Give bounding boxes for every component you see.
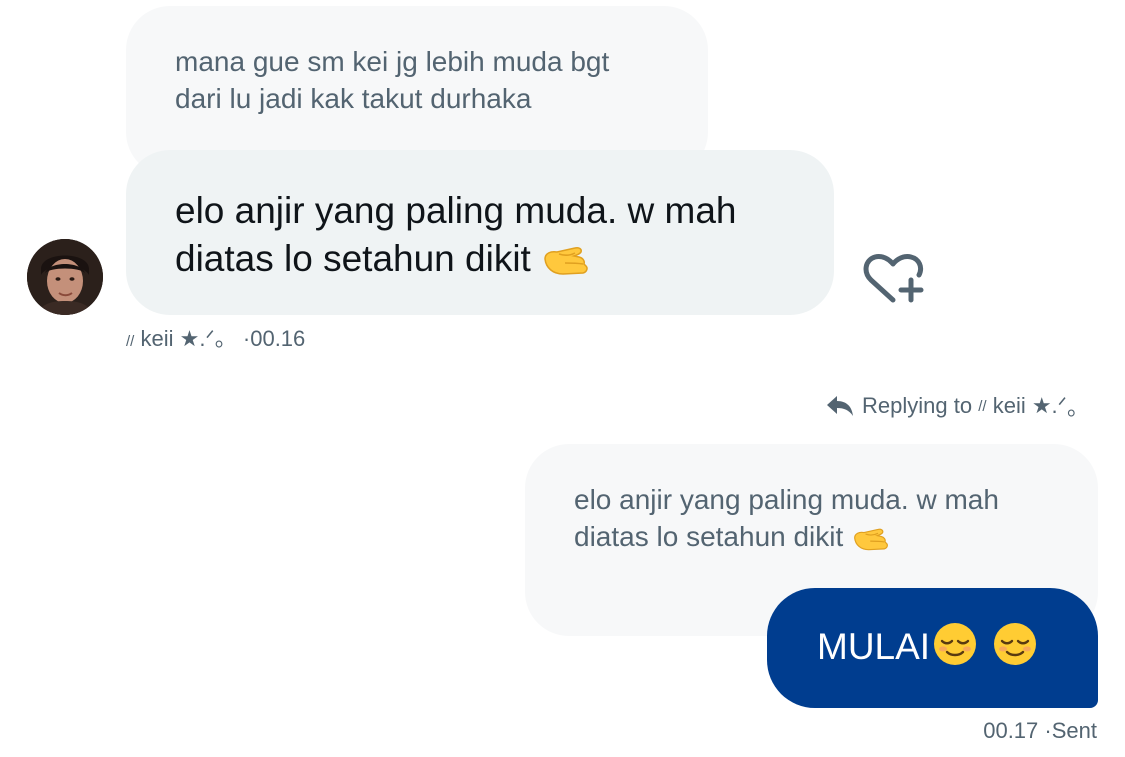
message-timestamp: 00.17 — [983, 718, 1039, 743]
replying-prefix: // — [978, 397, 987, 415]
replying-to-context: Replying to // keii ★.ᐟ。 — [826, 391, 1089, 421]
replying-suffix: 。 — [1066, 395, 1089, 420]
message-meta-outgoing: 00.17 ·Sent — [983, 717, 1097, 745]
quoted-message-text: elo anjir yang paling muda. w mah diatas… — [574, 484, 999, 552]
reply-arrow-icon — [826, 394, 854, 418]
sender-name: keii ★.ᐟ — [140, 326, 215, 351]
pinching-hand-emoji — [851, 524, 891, 561]
replying-label: Replying to — [862, 393, 973, 418]
message-meta-incoming: // keii ★.ᐟ。 ·00.16 — [126, 325, 305, 356]
avatar[interactable] — [27, 239, 103, 315]
pinching-hand-emoji — [541, 241, 591, 289]
replying-name: keii ★.ᐟ — [992, 393, 1067, 418]
message-status: Sent — [1051, 718, 1097, 743]
message-bubble-incoming[interactable]: elo anjir yang paling muda. w mah diatas… — [126, 150, 834, 315]
message-text: MULAI — [817, 625, 931, 667]
heart-plus-icon[interactable] — [861, 250, 927, 310]
relieved-face-emoji — [992, 621, 1038, 676]
meta-separator: · — [1044, 718, 1052, 743]
sender-prefix: // — [126, 333, 135, 350]
sender-suffix: 。 — [214, 326, 237, 351]
message-bubble-outgoing[interactable]: MULAI — [767, 588, 1098, 708]
message-text: elo anjir yang paling muda. w mah diatas… — [175, 190, 737, 279]
quoted-message-text: mana gue sm kei jg lebih muda bgt dari l… — [175, 46, 610, 114]
message-timestamp: 00.16 — [250, 326, 306, 351]
relieved-face-emoji — [932, 621, 978, 676]
